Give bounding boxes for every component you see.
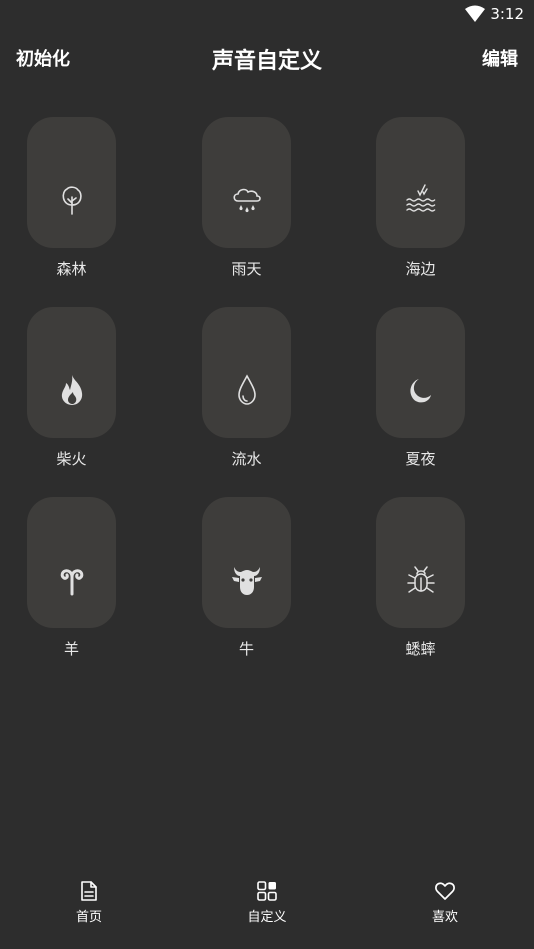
fire-icon	[55, 373, 89, 407]
waves-icon	[404, 183, 438, 217]
heart-icon	[435, 882, 455, 900]
sound-card[interactable]	[376, 307, 465, 438]
ox-icon	[230, 563, 264, 597]
sound-label: 流水	[231, 450, 262, 468]
nav-label: 首页	[75, 910, 102, 925]
sound-label: 夏夜	[405, 450, 436, 468]
sound-card[interactable]	[376, 117, 465, 248]
sound-label: 牛	[238, 640, 254, 658]
bug-icon	[404, 563, 438, 597]
sound-tile-cricket[interactable]: 蟋蟀	[376, 497, 465, 658]
edit-button[interactable]: 编辑	[482, 45, 518, 71]
sound-tile-forest[interactable]: 森林	[27, 117, 116, 278]
rain-cloud-icon	[230, 183, 264, 217]
sound-tile-cow[interactable]: 牛	[202, 497, 291, 658]
sound-tile-rain[interactable]: 雨天	[202, 117, 291, 278]
bottom-nav: 首页 自定义 喜欢	[0, 868, 534, 949]
sound-card[interactable]	[376, 497, 465, 628]
sound-tile-summer-night[interactable]: 夏夜	[376, 307, 465, 468]
moon-icon	[404, 373, 438, 407]
nav-favorites[interactable]: 喜欢	[395, 880, 495, 925]
sound-label: 羊	[63, 640, 79, 658]
reset-button[interactable]: 初始化	[16, 45, 70, 71]
sound-card[interactable]	[202, 117, 291, 248]
page-title: 声音自定义	[211, 49, 322, 74]
header: 初始化 声音自定义 编辑	[0, 40, 534, 76]
sound-tile-seaside[interactable]: 海边	[376, 117, 465, 278]
tree-icon	[55, 183, 89, 217]
nav-label: 自定义	[247, 910, 287, 925]
ram-icon	[55, 563, 89, 597]
grid-icon	[257, 881, 277, 901]
sound-label: 森林	[56, 260, 87, 278]
sound-card[interactable]	[27, 117, 116, 248]
wifi-icon	[465, 5, 485, 22]
sound-tile-sheep[interactable]: 羊	[27, 497, 116, 658]
sound-card[interactable]	[27, 497, 116, 628]
sound-tile-campfire[interactable]: 柴火	[27, 307, 116, 468]
water-drop-icon	[230, 373, 264, 407]
document-icon	[81, 881, 97, 901]
sound-label: 海边	[405, 260, 436, 278]
sound-card[interactable]	[27, 307, 116, 438]
status-time: 3:12	[490, 5, 524, 23]
sound-label: 蟋蟀	[405, 640, 436, 658]
sound-card[interactable]	[202, 497, 291, 628]
sound-label: 柴火	[56, 450, 87, 468]
nav-home[interactable]: 首页	[39, 880, 139, 925]
status-bar: 3:12	[0, 0, 534, 30]
sound-card[interactable]	[202, 307, 291, 438]
nav-label: 喜欢	[431, 910, 458, 925]
sound-label: 雨天	[231, 260, 262, 278]
sound-tile-stream[interactable]: 流水	[202, 307, 291, 468]
nav-custom[interactable]: 自定义	[217, 880, 317, 925]
